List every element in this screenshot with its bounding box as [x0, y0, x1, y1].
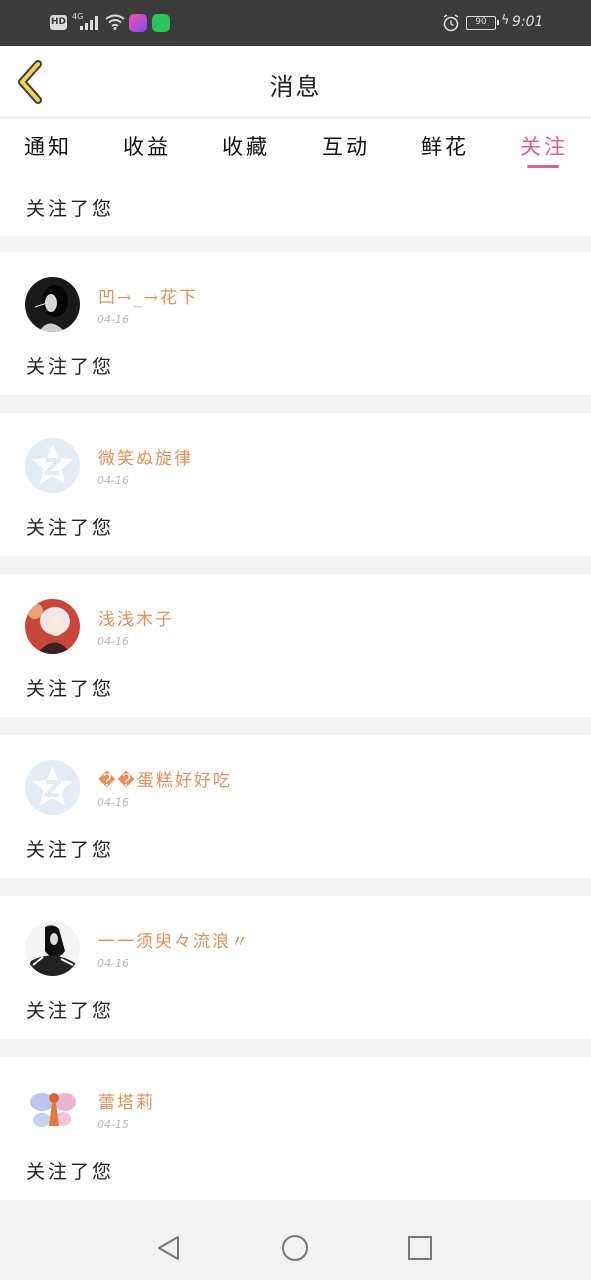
user-photo-icon	[25, 1082, 80, 1137]
avatar[interactable]	[25, 760, 80, 815]
system-navigation-bar	[0, 1214, 591, 1280]
user-photo-icon	[25, 921, 80, 976]
date: 04-16	[97, 957, 129, 970]
triangle-back-icon[interactable]	[153, 1232, 185, 1264]
active-tab-indicator	[527, 165, 559, 168]
clock: 9:01	[512, 14, 544, 30]
charging-icon: ϟ	[501, 13, 510, 28]
header: 消息	[0, 46, 591, 118]
wifi-icon	[105, 14, 125, 30]
alarm-icon	[443, 14, 459, 32]
list-item[interactable]: 微笑ぬ旋律 04-16 关注了您	[0, 413, 591, 556]
username[interactable]: 微笑ぬ旋律	[98, 444, 193, 469]
user-photo-icon	[25, 277, 80, 332]
tab-notifications[interactable]: 通知	[8, 131, 88, 161]
circle-home-icon[interactable]	[279, 1232, 311, 1264]
battery-icon: 90	[466, 16, 499, 30]
username[interactable]: 凹→_→花下	[98, 283, 198, 308]
list-item[interactable]: 一一须臾々流浪〃 04-16 关注了您	[0, 896, 591, 1039]
username[interactable]: 一一须臾々流浪〃	[98, 927, 250, 952]
tab-follow[interactable]: 关注	[504, 131, 584, 161]
hd-icon: HD	[50, 15, 67, 30]
username[interactable]: 浅浅木子	[98, 605, 174, 630]
date: 04-16	[97, 474, 129, 487]
tab-bar: 通知 收益 收藏 互动 鲜花 关注	[0, 119, 591, 176]
avatar[interactable]	[25, 438, 80, 493]
message-text: 关注了您	[26, 198, 115, 220]
tab-earnings[interactable]: 收益	[107, 131, 187, 161]
user-photo-icon	[25, 599, 80, 654]
avatar[interactable]	[25, 277, 80, 332]
message-text: 关注了您	[26, 517, 115, 539]
list-item[interactable]: ��蛋糕好好吃 04-16 关注了您	[0, 735, 591, 878]
message-text: 关注了您	[26, 1000, 115, 1022]
tab-favorites[interactable]: 收藏	[206, 131, 286, 161]
avatar[interactable]	[25, 599, 80, 654]
list-item[interactable]: 凹→_→花下 04-16 关注了您	[0, 252, 591, 395]
status-bar: HD 4G 90 ϟ 9:01	[0, 0, 591, 46]
page-title: 消息	[269, 73, 322, 101]
message-text: 关注了您	[26, 1161, 115, 1183]
chat-app-icon	[152, 14, 170, 32]
avatar[interactable]	[25, 921, 80, 976]
date: 04-16	[97, 635, 129, 648]
tab-flowers[interactable]: 鲜花	[405, 131, 485, 161]
date: 04-16	[97, 313, 129, 326]
list-item[interactable]: 浅浅木子 04-16 关注了您	[0, 574, 591, 717]
avatar[interactable]	[25, 1082, 80, 1137]
default-avatar-icon	[32, 444, 73, 484]
list-item[interactable]: 关注了您	[0, 176, 591, 236]
date: 04-15	[97, 1118, 129, 1131]
message-text: 关注了您	[26, 678, 115, 700]
message-text: 关注了您	[26, 839, 115, 861]
video-app-icon	[129, 14, 147, 32]
date: 04-16	[97, 796, 129, 809]
tab-interactions[interactable]: 互动	[306, 131, 386, 161]
default-avatar-icon	[32, 766, 73, 806]
username[interactable]: ��蛋糕好好吃	[98, 766, 232, 791]
list-item[interactable]: 蕾塔莉 04-15 关注了您	[0, 1057, 591, 1200]
username[interactable]: 蕾塔莉	[98, 1088, 155, 1113]
message-text: 关注了您	[26, 356, 115, 378]
signal-icon	[80, 16, 98, 30]
square-recents-icon[interactable]	[404, 1232, 436, 1264]
